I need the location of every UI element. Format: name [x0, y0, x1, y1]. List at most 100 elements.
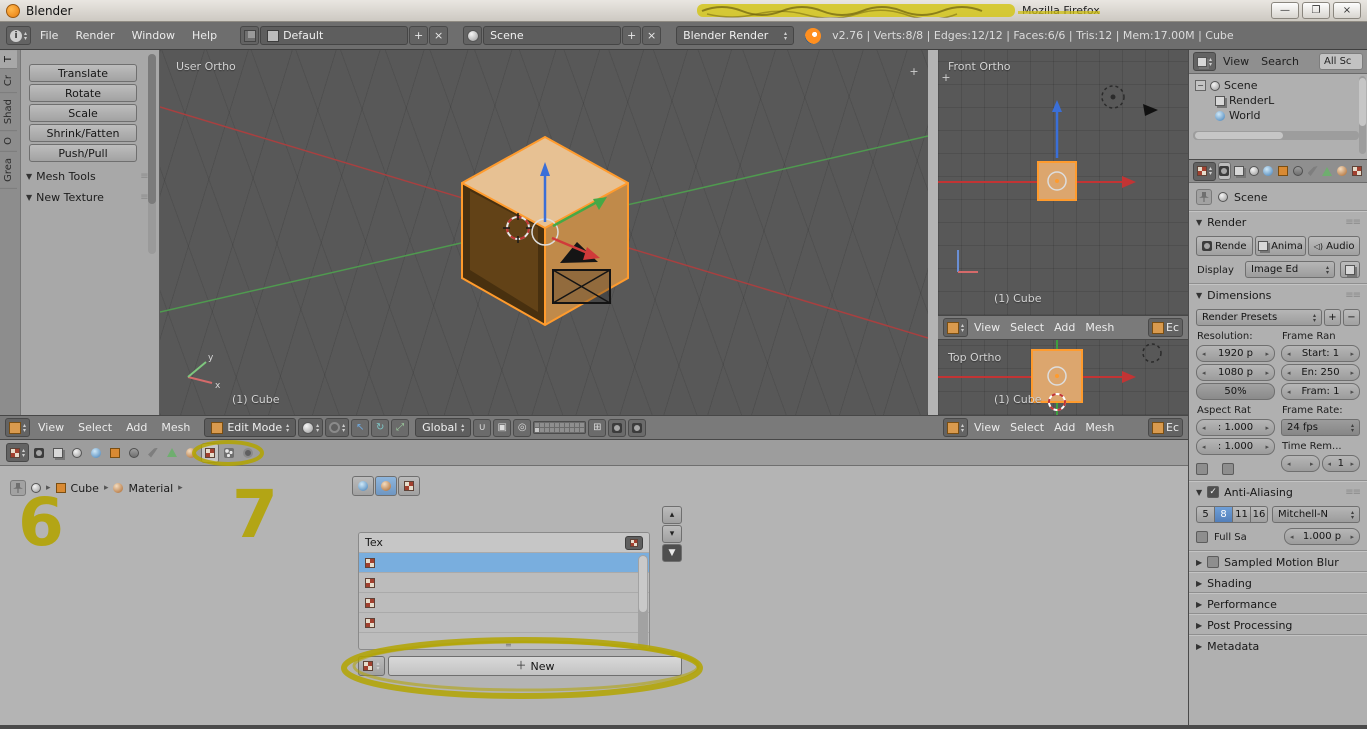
- fps-dropdown[interactable]: 24 fps: [1281, 419, 1360, 436]
- scale-button[interactable]: Scale: [29, 104, 137, 122]
- front-ortho-viewport[interactable]: Front Ortho (1) Cube +: [938, 50, 1188, 315]
- aa-samples-11[interactable]: 11: [1232, 506, 1250, 523]
- outliner-row-scene[interactable]: − Scene: [1191, 78, 1365, 93]
- mesh-tools-panel-header[interactable]: ▼ Mesh Tools ≡≡: [26, 170, 155, 183]
- frame-start-field[interactable]: ◂Start: 1▸: [1281, 345, 1360, 362]
- layers-widget[interactable]: [533, 421, 586, 434]
- tab-world[interactable]: [87, 443, 105, 463]
- add-scene-button[interactable]: +: [622, 26, 641, 45]
- region-plus-icon[interactable]: +: [940, 72, 952, 84]
- texture-slot[interactable]: [359, 573, 649, 593]
- editor-type-button[interactable]: [1193, 162, 1216, 181]
- select-menu[interactable]: Select: [1006, 319, 1048, 336]
- new-texture-panel-header[interactable]: ▼ New Texture ≡≡: [26, 191, 155, 204]
- tab-material[interactable]: [1336, 162, 1349, 180]
- outliner-row-world[interactable]: World: [1191, 108, 1365, 123]
- scene-browse-button[interactable]: [463, 26, 482, 45]
- post-processing-panel-header[interactable]: ▶ Post Processing: [1189, 614, 1367, 635]
- slot-specials-menu-button[interactable]: ▼: [662, 544, 682, 562]
- mode-dropdown[interactable]: Edit Mode: [204, 418, 296, 437]
- texture-context-material-button[interactable]: [375, 476, 397, 496]
- dimensions-panel-header[interactable]: ▼ Dimensions ≡≡: [1189, 284, 1367, 305]
- texture-list-scrollbar[interactable]: [638, 555, 648, 649]
- snap-magnet-button[interactable]: ∪: [473, 419, 491, 437]
- performance-panel-header[interactable]: ▶ Performance: [1189, 593, 1367, 614]
- aa-filter-dropdown[interactable]: Mitchell-N: [1272, 506, 1360, 523]
- panel-grip-icon[interactable]: ≡≡: [1345, 217, 1360, 228]
- filter-size-field[interactable]: ◂1.000 p▸: [1284, 528, 1360, 545]
- aa-samples-5[interactable]: 5: [1196, 506, 1214, 523]
- minimize-button[interactable]: —: [1271, 2, 1299, 19]
- tab-render-layers[interactable]: [1233, 162, 1246, 180]
- pin-id-button[interactable]: [10, 480, 26, 496]
- ogl-render-still-button[interactable]: [608, 419, 626, 437]
- add-menu[interactable]: Add: [120, 419, 153, 436]
- close-button[interactable]: ×: [1333, 2, 1361, 19]
- main-3d-viewport[interactable]: x y User Ortho (1) Cube +: [160, 50, 928, 415]
- manipulator-translate-button[interactable]: ↖: [351, 419, 369, 437]
- breadcrumb-material[interactable]: Material: [128, 482, 173, 495]
- render-audio-button[interactable]: ◁) Audio: [1308, 236, 1360, 256]
- manipulator-rotate-button[interactable]: ↻: [371, 419, 389, 437]
- scene-dropdown[interactable]: Scene: [483, 26, 621, 45]
- view-menu[interactable]: View: [32, 419, 70, 436]
- tab-texture[interactable]: [1350, 162, 1363, 180]
- tab-object-data[interactable]: [1321, 162, 1334, 180]
- add-menu[interactable]: Add: [1050, 419, 1079, 436]
- breadcrumb-object[interactable]: Cube: [71, 482, 99, 495]
- resolution-x-field[interactable]: ◂1920 p▸: [1196, 345, 1275, 362]
- editor-type-button[interactable]: [1193, 52, 1216, 71]
- outliner-row-renderlayers[interactable]: RenderL: [1191, 93, 1365, 108]
- render-engine-dropdown[interactable]: Blender Render: [676, 26, 794, 45]
- mode-dropdown[interactable]: Ec: [1148, 418, 1183, 437]
- remap-old-field[interactable]: ◂▸: [1281, 455, 1320, 472]
- tab-modifiers[interactable]: [144, 443, 162, 463]
- aspect-x-field[interactable]: ◂: 1.000▸: [1196, 419, 1275, 436]
- tab-particles[interactable]: [220, 443, 238, 463]
- browse-texture-dropdown[interactable]: [358, 656, 385, 676]
- menu-render[interactable]: Render: [67, 27, 122, 44]
- shelf-tab-options[interactable]: O: [0, 131, 17, 152]
- viewport-shading-dropdown[interactable]: [298, 418, 323, 437]
- screen-layout-icon-button[interactable]: [240, 26, 259, 45]
- resolution-y-field[interactable]: ◂1080 p▸: [1196, 364, 1275, 381]
- maximize-button[interactable]: ❐: [1302, 2, 1330, 19]
- tab-modifiers[interactable]: [1306, 162, 1319, 180]
- tab-object[interactable]: [106, 443, 124, 463]
- tab-world[interactable]: [1262, 162, 1275, 180]
- render-animation-button[interactable]: Anima: [1255, 236, 1307, 256]
- antialiasing-panel-header[interactable]: ▼ ✓ Anti-Aliasing ≡≡: [1189, 481, 1367, 502]
- push-pull-button[interactable]: Push/Pull: [29, 144, 137, 162]
- resolution-percentage-field[interactable]: 50%: [1196, 383, 1275, 400]
- aa-samples-8[interactable]: 8: [1214, 506, 1232, 523]
- editor-type-button[interactable]: [5, 418, 30, 437]
- outliner-search-menu[interactable]: Search: [1256, 55, 1304, 68]
- remove-preset-button[interactable]: −: [1343, 309, 1360, 326]
- mesh-menu[interactable]: Mesh: [155, 419, 196, 436]
- shading-panel-header[interactable]: ▶ Shading: [1189, 572, 1367, 593]
- slot-move-up-button[interactable]: ▴: [662, 506, 682, 524]
- shelf-scrollbar[interactable]: [148, 54, 156, 254]
- render-still-button[interactable]: Rende: [1196, 236, 1253, 256]
- editor-type-button[interactable]: [943, 418, 968, 437]
- tab-constraints[interactable]: [125, 443, 143, 463]
- texture-slot-selected[interactable]: [359, 553, 649, 573]
- pivot-point-dropdown[interactable]: [325, 418, 349, 437]
- add-menu[interactable]: Add: [1050, 319, 1079, 336]
- list-resize-grip[interactable]: ≡: [505, 642, 521, 648]
- tab-render[interactable]: [30, 443, 48, 463]
- tab-texture[interactable]: [201, 443, 219, 463]
- shelf-tab-shading[interactable]: Shad: [0, 93, 17, 131]
- antialiasing-checkbox[interactable]: ✓: [1207, 486, 1219, 498]
- proportional-edit-dropdown[interactable]: ◎: [513, 419, 531, 437]
- display-mode-dropdown[interactable]: Image Ed: [1245, 261, 1335, 278]
- panel-grip-icon[interactable]: ≡≡: [1345, 290, 1360, 301]
- aa-samples-16[interactable]: 16: [1250, 506, 1268, 523]
- editor-type-button[interactable]: [6, 443, 29, 462]
- tab-scene[interactable]: [68, 443, 86, 463]
- tab-object-data[interactable]: [163, 443, 181, 463]
- texture-context-other-button[interactable]: [398, 476, 420, 496]
- full-sample-checkbox[interactable]: [1196, 531, 1208, 543]
- texture-slot[interactable]: [359, 593, 649, 613]
- pin-id-button[interactable]: [1196, 189, 1212, 205]
